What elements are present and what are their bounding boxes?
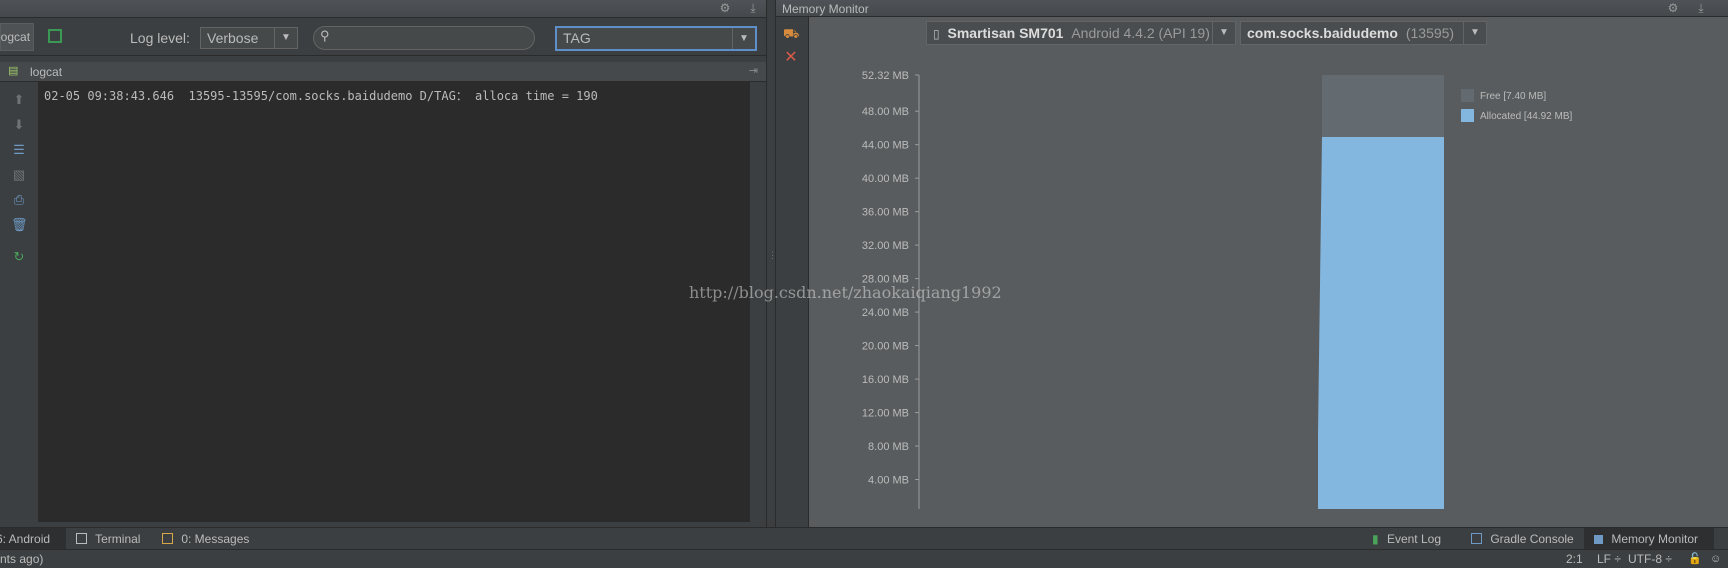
tab-terminal-label: Terminal (95, 532, 141, 546)
status-bar: nts ago) 2:1 LF ÷ UTF-8 ÷ 🔓 ☺ (0, 549, 1728, 568)
chevron-down-icon: ▼ (732, 28, 755, 49)
tab-android[interactable]: 6: Android (0, 528, 66, 550)
y-tick-label: 48.00 MB (862, 106, 909, 118)
device-select[interactable]: ▯ Smartisan SM701 Android 4.4.2 (API 19)… (926, 21, 1236, 45)
y-tick-label: 52.32 MB (862, 70, 909, 82)
tab-gradle-console[interactable]: Gradle Console (1471, 528, 1574, 550)
y-tick-label: 44.00 MB (862, 140, 909, 152)
hide-panel-icon[interactable]: ⤓ (1694, 1, 1708, 15)
memory-monitor-title: Memory Monitor (782, 2, 869, 16)
device-name: Smartisan SM701 (947, 25, 1064, 41)
close-icon[interactable]: ✕ (783, 50, 799, 66)
legend-label: Free [7.40 MB] (1480, 91, 1546, 102)
tab-memory-monitor-label: Memory Monitor (1611, 532, 1699, 546)
trash-icon[interactable]: 🗑 (11, 217, 28, 233)
process-name: com.socks.baidudemo (1247, 25, 1398, 41)
chevron-down-icon: ▼ (274, 28, 297, 48)
logcat-toolbar: logcat Log level: Verbose ▼ ⚲ TAG ▼ (0, 19, 766, 56)
log-level-value: Verbose (207, 30, 259, 46)
hide-panel-icon[interactable]: ⤓ (746, 1, 760, 15)
line-separator[interactable]: LF ÷ (1597, 550, 1621, 568)
y-tick-label: 40.00 MB (862, 173, 909, 185)
search-icon: ⚲ (320, 28, 330, 43)
status-message: nts ago) (0, 552, 44, 566)
tab-memory-monitor[interactable]: Memory Monitor (1584, 528, 1714, 550)
y-tick-label: 8.00 MB (868, 441, 909, 453)
legend-swatch (1461, 89, 1474, 102)
process-select[interactable]: com.socks.baidudemo (13595) ▼ (1240, 21, 1487, 45)
messages-icon (162, 533, 173, 544)
soft-wrap-icon[interactable]: ☰ (11, 142, 27, 158)
memory-monitor-icon (1594, 535, 1603, 544)
pin-icon[interactable]: ⇥ (749, 64, 758, 77)
device-detail: Android 4.4.2 (API 19) (1071, 25, 1210, 41)
y-tick-label: 36.00 MB (862, 207, 909, 219)
logcat-subheader-title: logcat (30, 65, 63, 79)
legend-swatch (1461, 109, 1474, 122)
tab-logcat[interactable]: logcat (0, 23, 34, 51)
search-input[interactable]: ⚲ (313, 26, 535, 50)
tab-logcat-label: logcat (0, 30, 31, 44)
log-area[interactable]: 02-05 09:38:43.646 13595-13595/com.socks… (39, 82, 750, 522)
print-icon[interactable]: ⎙ (11, 192, 27, 208)
android-logcat-icon: ▤ (8, 65, 19, 77)
free-area (1322, 75, 1444, 137)
y-tick-label: 16.00 MB (862, 374, 909, 386)
memory-monitor-panel: Memory Monitor ⚙ ⤓ ⛟ ✕ ▯ Smartisan SM701… (689, 0, 1728, 527)
phone-icon: ▯ (933, 27, 940, 41)
y-tick-label: 4.00 MB (868, 475, 909, 487)
logcat-subheader: ▤ logcat ⇥ (0, 62, 766, 82)
scroll-down-icon[interactable]: ⬇ (11, 117, 27, 133)
event-log-icon: ▮ (1372, 532, 1379, 546)
tab-event-log[interactable]: ▮ Event Log (1372, 528, 1441, 550)
filter-select[interactable]: TAG ▼ (555, 26, 757, 51)
chevron-down-icon: ▼ (1212, 22, 1235, 44)
process-pid: (13595) (1405, 25, 1455, 41)
memory-monitor-header: Memory Monitor (776, 0, 1728, 17)
gear-icon[interactable]: ⚙ (1666, 1, 1680, 15)
gradle-icon (1471, 533, 1482, 544)
restart-icon[interactable]: ↻ (11, 249, 27, 265)
log-line: 02-05 09:38:43.646 13595-13595/com.socks… (44, 89, 598, 103)
caret-position[interactable]: 2:1 (1566, 550, 1583, 568)
scroll-up-icon[interactable]: ⬆ (11, 92, 27, 108)
memory-chart-area: ▯ Smartisan SM701 Android 4.4.2 (API 19)… (689, 17, 1728, 527)
logcat-panel: ⚙ ⤓ logcat Log level: Verbose ▼ ⚲ TAG ▼ … (0, 0, 766, 527)
layout-icon[interactable] (48, 29, 62, 43)
legend-label: Allocated [44.92 MB] (1480, 111, 1572, 122)
log-level-label: Log level: (130, 30, 190, 46)
tab-messages[interactable]: 0: Messages (162, 528, 249, 550)
logcat-top-strip (0, 0, 766, 18)
scroll-to-end-icon[interactable]: ▧ (11, 167, 27, 183)
tab-gradle-console-label: Gradle Console (1490, 532, 1574, 546)
tab-event-log-label: Event Log (1386, 532, 1441, 546)
y-tick-label: 20.00 MB (862, 341, 909, 353)
gear-icon[interactable]: ⚙ (718, 1, 732, 15)
y-tick-label: 32.00 MB (862, 240, 909, 252)
filter-value: TAG (563, 30, 591, 46)
panel-splitter[interactable]: ⋮ (766, 0, 777, 527)
y-tick-label: 28.00 MB (862, 274, 909, 286)
bottom-tool-bar: 6: Android Terminal 0: Messages ▮ Event … (0, 527, 1728, 550)
lock-icon[interactable]: 🔓 (1688, 550, 1702, 568)
memory-side-toolbar: ⛟ ✕ (776, 17, 809, 527)
y-tick-label: 12.00 MB (862, 408, 909, 420)
y-tick-label: 24.00 MB (862, 307, 909, 319)
file-encoding[interactable]: UTF-8 ÷ (1628, 550, 1672, 568)
terminal-icon (76, 533, 87, 544)
gc-icon[interactable]: ⛟ (783, 26, 799, 42)
tab-terminal[interactable]: Terminal (76, 528, 140, 550)
chevron-down-icon: ▼ (1463, 22, 1486, 44)
tab-android-label: 6: Android (0, 532, 51, 546)
log-level-select[interactable]: Verbose ▼ (200, 27, 298, 49)
allocated-area (1318, 136, 1444, 509)
log-scrollbar[interactable] (752, 82, 762, 522)
tab-messages-label: 0: Messages (181, 532, 250, 546)
memory-chart: 4.00 MB 8.00 MB 12.00 MB 16.00 MB 20.00 MB 24… (862, 70, 1572, 509)
logcat-side-toolbar: ⬆ ⬇ ☰ ▧ ⎙ 🗑 ↻ (0, 82, 39, 522)
inspector-icon[interactable]: ☺ (1710, 550, 1721, 568)
